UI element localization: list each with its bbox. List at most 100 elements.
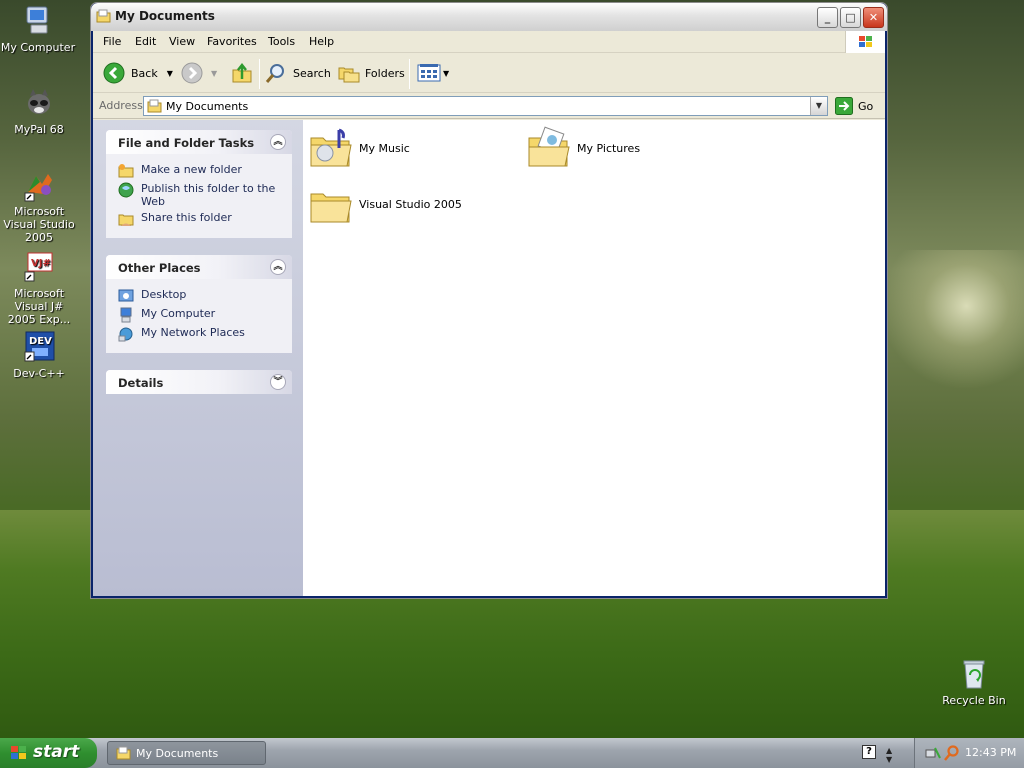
close-button[interactable]: ✕	[863, 7, 884, 28]
other-places-panel: Other Places ︽ Desktop My Computer My Ne…	[106, 255, 292, 353]
panel-header[interactable]: File and Folder Tasks ︽	[106, 130, 292, 154]
windows-logo-icon	[10, 744, 28, 762]
back-arrow-icon	[103, 62, 125, 84]
minimize-button[interactable]: _	[817, 7, 838, 28]
back-dropdown-icon[interactable]: ▼	[167, 69, 173, 78]
menu-help[interactable]: Help	[309, 35, 334, 48]
address-field[interactable]: My Documents ▼	[143, 96, 828, 116]
network-places-icon	[118, 326, 134, 342]
folder-icon	[309, 182, 353, 226]
start-label: start	[33, 742, 80, 762]
folder-my-pictures[interactable]: My Pictures	[527, 126, 640, 170]
panel-header[interactable]: Details ︾	[106, 370, 292, 394]
back-label: Back	[131, 66, 158, 80]
collapse-chevron-icon[interactable]: ︽	[270, 134, 286, 150]
place-label: My Network Places	[141, 326, 245, 339]
dev-cpp-icon: DEV	[22, 330, 56, 364]
visual-jsharp-icon: VJ#	[22, 250, 56, 284]
task-pane: File and Folder Tasks ︽ Make a new folde…	[93, 120, 303, 596]
folder-my-music[interactable]: My Music	[309, 126, 410, 170]
search-icon	[265, 62, 287, 84]
collapse-chevron-icon[interactable]: ︽	[270, 259, 286, 275]
menu-bar: File Edit View Favorites Tools Help	[93, 31, 885, 53]
place-label: Desktop	[141, 288, 187, 301]
forward-button[interactable]: ▼	[181, 61, 217, 85]
taskbar-button-my-documents[interactable]: My Documents	[107, 741, 266, 765]
folder-content[interactable]: My Music My Pictures Visual Studio 2005	[303, 120, 885, 596]
title-bar[interactable]: My Documents _ □ ✕	[91, 3, 887, 31]
toolbar-separator	[409, 59, 410, 89]
place-network[interactable]: My Network Places	[106, 326, 292, 342]
menu-edit[interactable]: Edit	[135, 35, 156, 48]
desktop-icon-recycle-bin[interactable]: Recycle Bin	[934, 657, 1014, 707]
desktop-icon-label: Microsoft Visual Studio 2005	[3, 205, 75, 244]
address-label: Address	[99, 99, 143, 112]
task-publish-folder[interactable]: Publish this folder to the Web	[106, 182, 292, 208]
window-frame: File Edit View Favorites Tools Help Back…	[93, 31, 885, 596]
menu-file[interactable]: File	[103, 35, 121, 48]
folders-label: Folders	[365, 66, 405, 80]
forward-arrow-icon	[181, 62, 203, 84]
desktop-icon-devcpp[interactable]: DEV Dev-C++	[0, 330, 79, 380]
folders-button[interactable]: Folders	[338, 61, 405, 85]
raccoon-icon	[22, 86, 56, 120]
window-title: My Documents	[115, 9, 215, 23]
panel-title: File and Folder Tasks	[118, 136, 255, 150]
search-button[interactable]: Search	[265, 61, 331, 85]
task-make-new-folder[interactable]: Make a new folder	[106, 163, 292, 179]
address-dropdown-icon[interactable]: ▼	[810, 97, 827, 115]
desktop-icon-mypal[interactable]: MyPal 68	[0, 86, 79, 136]
search-tray-icon[interactable]	[944, 745, 960, 761]
place-desktop[interactable]: Desktop	[106, 288, 292, 304]
panel-title: Other Places	[118, 261, 201, 275]
desktop-icon	[118, 288, 134, 304]
help-icon[interactable]: ?	[862, 745, 876, 759]
expand-chevron-icon[interactable]: ︾	[270, 374, 286, 390]
views-button[interactable]: ▼	[417, 61, 449, 85]
go-button[interactable]: Go	[835, 96, 873, 116]
panel-header[interactable]: Other Places ︽	[106, 255, 292, 279]
place-my-computer[interactable]: My Computer	[106, 307, 292, 323]
my-computer-icon	[21, 4, 55, 38]
task-label: Make a new folder	[141, 163, 242, 176]
folders-icon	[338, 62, 360, 84]
taskbar-button-label: My Documents	[136, 747, 219, 760]
address-value: My Documents	[166, 100, 249, 113]
forward-dropdown-icon[interactable]: ▼	[211, 69, 217, 78]
folder-visual-studio[interactable]: Visual Studio 2005	[309, 182, 462, 226]
menu-tools[interactable]: Tools	[268, 35, 295, 48]
desktop-icon-visual-studio[interactable]: Microsoft Visual Studio 2005	[0, 168, 79, 244]
toolbar: Back ▼ ▼ Search Folders ▼	[93, 53, 885, 93]
desktop-icon-label: Recycle Bin	[942, 694, 1006, 707]
my-computer-icon	[118, 307, 134, 323]
search-label: Search	[293, 66, 331, 80]
address-bar: Address My Documents ▼ Go	[93, 93, 885, 119]
globe-icon	[118, 182, 134, 198]
toolbar-separator	[259, 59, 260, 89]
recycle-bin-icon	[957, 657, 991, 691]
go-arrow-icon	[835, 97, 853, 115]
network-tray-icon[interactable]	[925, 745, 941, 761]
start-button[interactable]: start	[0, 738, 97, 768]
up-folder-button[interactable]	[231, 61, 253, 85]
back-button[interactable]: Back ▼	[103, 61, 173, 85]
maximize-button[interactable]: □	[840, 7, 861, 28]
clock: 12:43 PM	[965, 746, 1017, 759]
views-dropdown-icon[interactable]: ▼	[443, 69, 449, 78]
task-label: Share this folder	[141, 211, 232, 224]
desktop-icon-my-computer[interactable]: My Computer	[0, 4, 78, 54]
folder-label: My Pictures	[577, 141, 641, 155]
folder-icon	[116, 746, 131, 760]
menu-view[interactable]: View	[169, 35, 195, 48]
explorer-window[interactable]: My Documents _ □ ✕ File Edit View Favori…	[90, 2, 888, 599]
menu-favorites[interactable]: Favorites	[207, 35, 257, 48]
system-tray: 12:43 PM	[914, 738, 1024, 768]
taskbar: start My Documents ? ▲ ▼ 12:43 PM	[0, 738, 1024, 768]
up-folder-icon	[231, 62, 253, 84]
desktop-icon-label: My Computer	[0, 41, 76, 54]
svg-text:VJ#: VJ#	[31, 258, 51, 269]
task-share-folder[interactable]: Share this folder	[106, 211, 292, 227]
panel-title: Details	[118, 376, 164, 390]
chevron-down-icon[interactable]: ▲ ▼	[886, 746, 896, 764]
desktop-icon-visual-jsharp[interactable]: VJ# Microsoft Visual J# 2005 Exp...	[0, 250, 79, 326]
